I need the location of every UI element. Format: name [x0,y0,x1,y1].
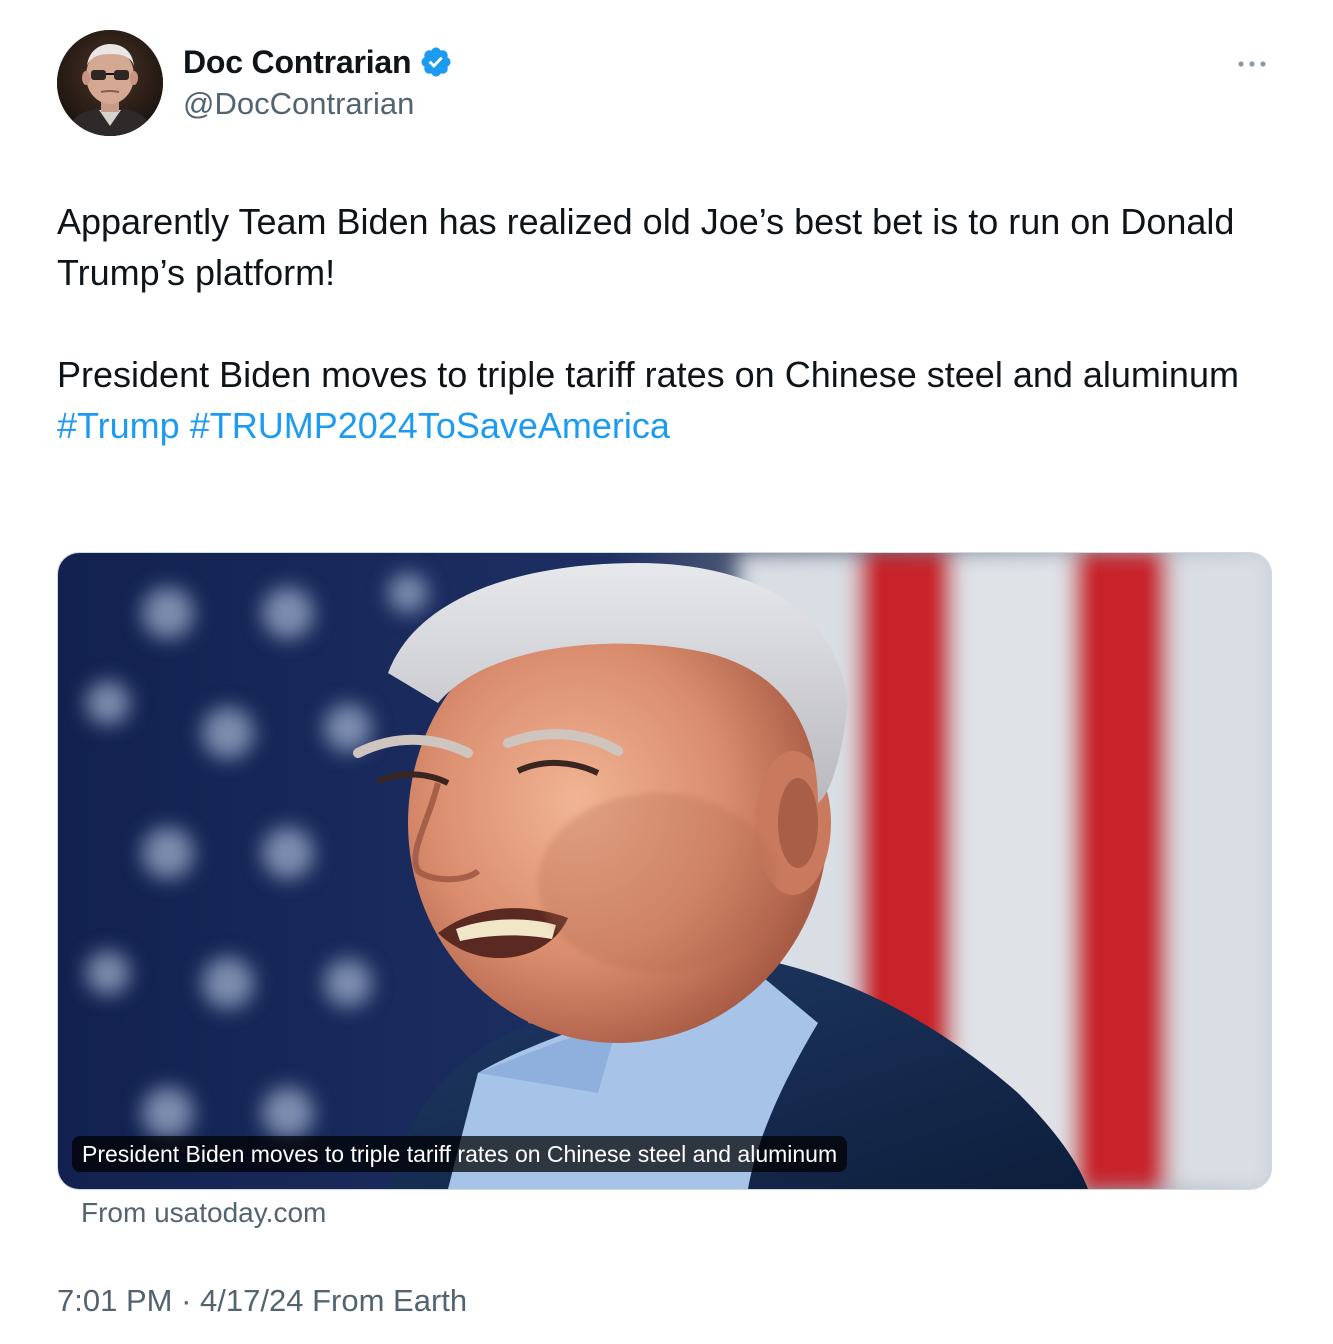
tweet: Doc Contrarian @DocContrarian Apparently… [0,0,1333,1344]
avatar[interactable] [57,30,163,136]
tweet-location: From Earth [312,1283,468,1318]
author-handle[interactable]: @DocContrarian [183,86,414,122]
tweet-date[interactable]: 4/17/24 [200,1283,303,1318]
author-name-row[interactable]: Doc Contrarian [183,42,453,82]
more-options-button[interactable] [1234,50,1270,78]
link-card[interactable]: President Biden moves to triple tariff r… [57,552,1272,1190]
tweet-meta: 7:01 PM · 4/17/24 From Earth [57,1283,467,1319]
verified-badge-icon [421,47,451,77]
tweet-paragraph: Apparently Team Biden has realized old J… [57,201,1235,293]
more-options-icon [1238,61,1266,67]
meta-separator: · [181,1283,192,1318]
card-source-link[interactable]: From usatoday.com [81,1197,326,1229]
card-caption: President Biden moves to triple tariff r… [72,1136,848,1172]
hashtag-line: #Trump #TRUMP2024ToSaveAmerica [57,400,1257,451]
avatar-image [57,30,163,136]
hashtag-link[interactable]: #Trump [57,405,180,446]
card-image [58,553,1271,1189]
tweet-time[interactable]: 7:01 PM [57,1283,172,1318]
tweet-paragraph: President Biden moves to triple tariff r… [57,354,1239,395]
author-display-name[interactable]: Doc Contrarian [183,44,412,81]
tweet-text: Apparently Team Biden has realized old J… [57,196,1257,451]
hashtag-link[interactable]: #TRUMP2024ToSaveAmerica [190,405,670,446]
